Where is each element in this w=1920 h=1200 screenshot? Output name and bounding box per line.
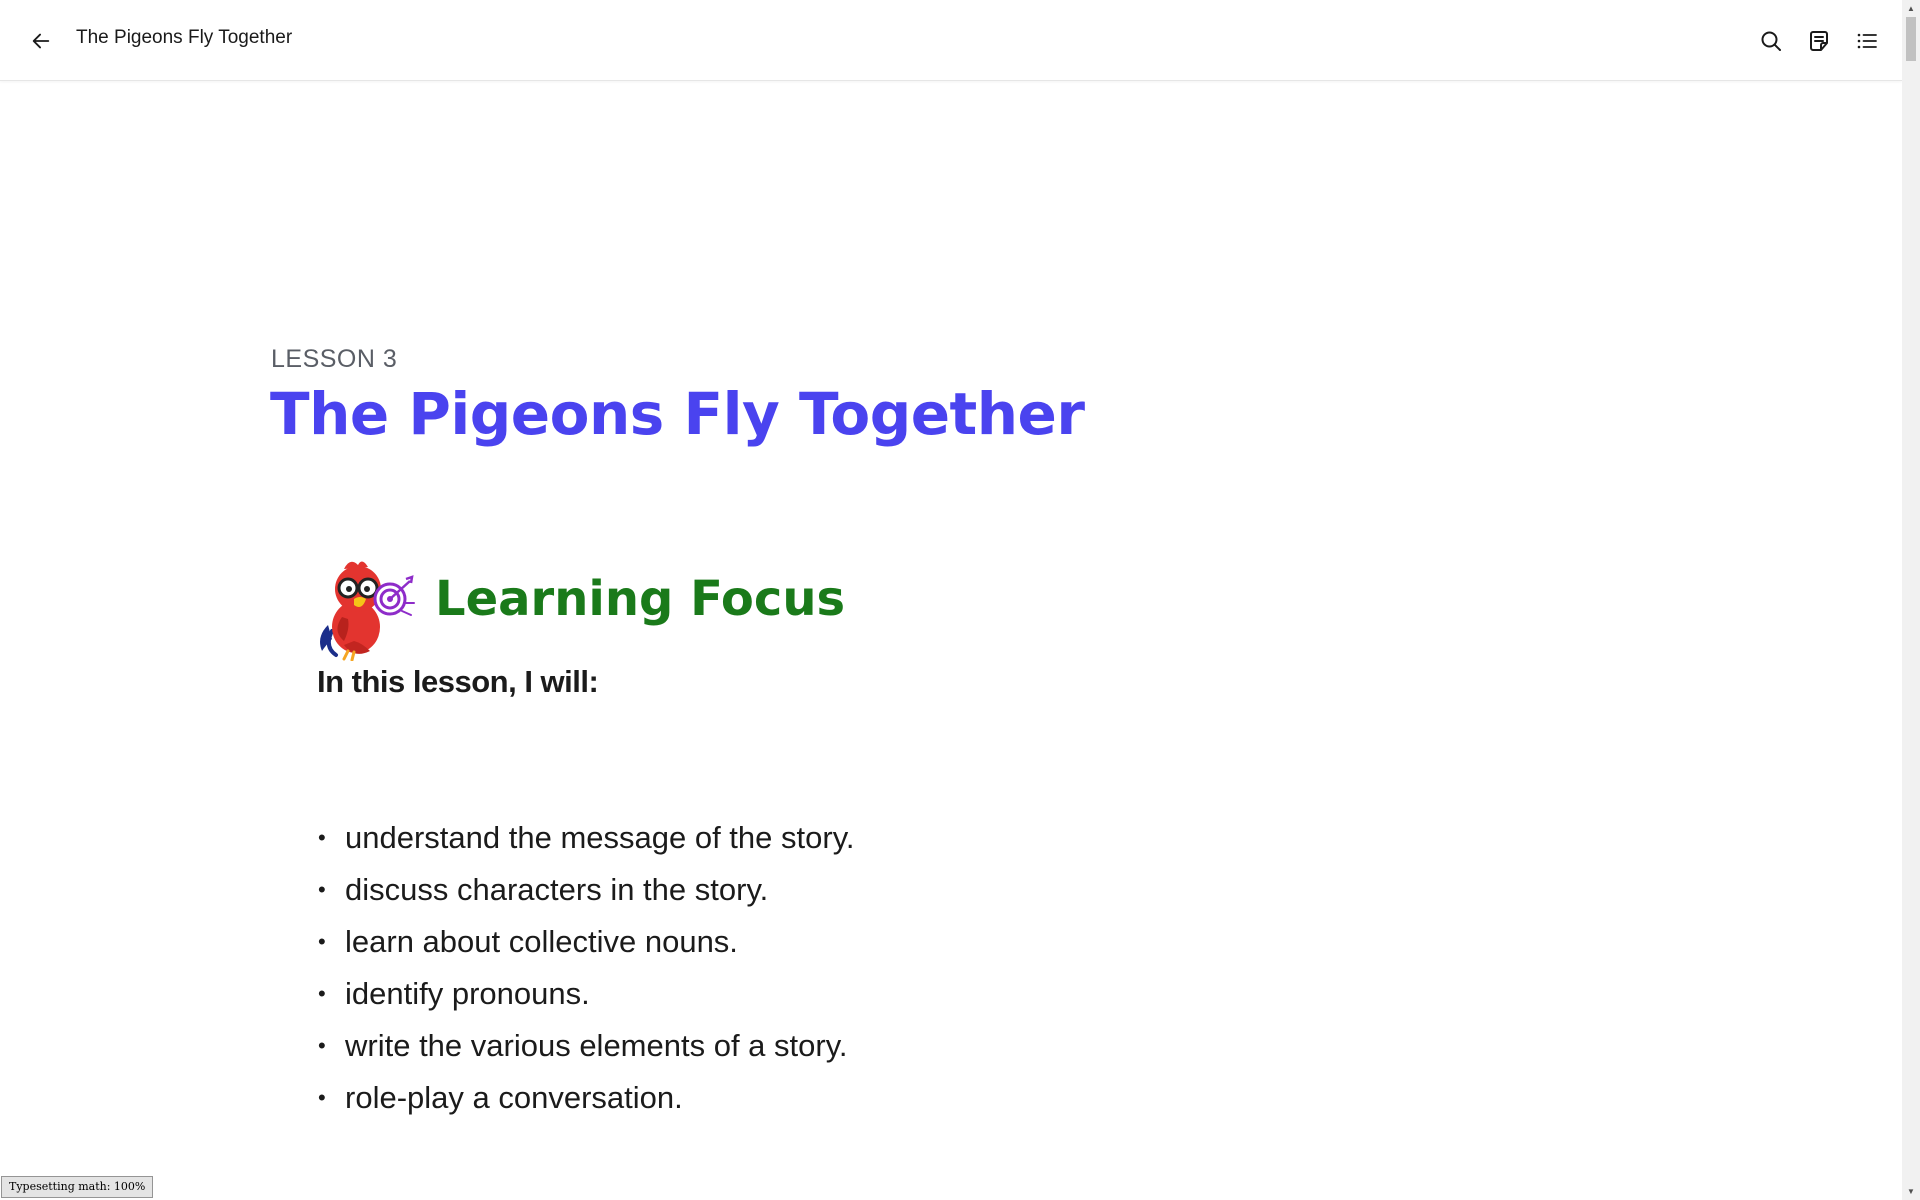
list-item: • understand the message of the story.	[318, 812, 855, 864]
scrollbar-thumb[interactable]	[1906, 17, 1916, 61]
list-item: • learn about collective nouns.	[318, 916, 855, 968]
list-item-text: identify pronouns.	[345, 976, 590, 1011]
bullet: •	[318, 825, 326, 850]
search-icon	[1761, 31, 1781, 51]
learning-focus-heading: Learning Focus	[435, 571, 846, 627]
list-item: • role-play a conversation.	[318, 1072, 855, 1124]
lesson-number: LESSON 3	[271, 345, 398, 373]
list-item-text: understand the message of the story.	[345, 820, 855, 855]
bullet: •	[318, 1085, 326, 1110]
contents-button[interactable]	[1850, 24, 1884, 58]
typesetting-status: Typesetting math: 100%	[1, 1176, 154, 1198]
bullet: •	[318, 877, 326, 902]
list-icon	[1857, 33, 1877, 49]
learning-focus-list: • understand the message of the story. • d…	[318, 812, 855, 1124]
search-button[interactable]	[1754, 24, 1788, 58]
list-item: • write the various elements of a story.	[318, 1020, 855, 1072]
parrot-mascot-icon	[314, 555, 418, 662]
list-item-text: discuss characters in the story.	[345, 872, 769, 907]
top-app-bar: The Pigeons Fly Together	[0, 0, 1902, 81]
list-item: • discuss characters in the story.	[318, 864, 855, 916]
list-item: • identify pronouns.	[318, 968, 855, 1020]
learning-focus-intro: In this lesson, I will:	[317, 664, 599, 699]
bullet: •	[318, 1033, 326, 1058]
book-title: The Pigeons Fly Together	[76, 27, 293, 48]
vertical-scrollbar[interactable]: ▲ ▼	[1902, 0, 1920, 1200]
back-button[interactable]	[24, 24, 58, 58]
list-item-text: learn about collective nouns.	[345, 924, 738, 959]
notes-icon	[1810, 31, 1828, 51]
bullet: •	[318, 981, 326, 1006]
notes-button[interactable]	[1802, 24, 1836, 58]
lesson-content	[0, 81, 1902, 1200]
lesson-title: The Pigeons Fly Together	[270, 380, 1085, 448]
scroll-down-arrow-icon[interactable]: ▼	[1902, 1183, 1920, 1200]
scroll-up-arrow-icon[interactable]: ▲	[1902, 0, 1920, 17]
list-item-text: role-play a conversation.	[345, 1080, 683, 1115]
list-item-text: write the various elements of a story.	[345, 1028, 848, 1063]
arrow-left-icon	[32, 33, 50, 49]
bullet: •	[318, 929, 326, 954]
